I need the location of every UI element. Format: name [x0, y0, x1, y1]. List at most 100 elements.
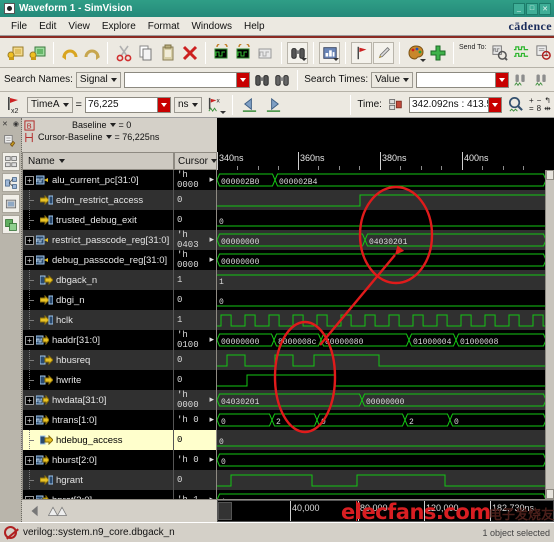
- waveform-row[interactable]: 1: [217, 493, 546, 499]
- signal-row[interactable]: + hwdata[31:0]: [23, 390, 173, 410]
- expand-toggle-icon[interactable]: +: [25, 415, 34, 425]
- signal-row[interactable]: + hburst[2:0]: [23, 450, 173, 470]
- signal-value-cell[interactable]: 'h 0 ▸: [174, 410, 216, 430]
- signal-names-column[interactable]: + alu_current_pc[31:0] edm_restrict_access…: [22, 170, 174, 499]
- expand-toggle-icon[interactable]: +: [25, 455, 34, 465]
- add-waveform-icon[interactable]: [1, 215, 20, 234]
- signal-row[interactable]: trusted_debug_exit: [23, 210, 173, 230]
- menu-item-view[interactable]: View: [62, 19, 96, 34]
- set-marker-icon[interactable]: [351, 41, 372, 64]
- signal-value-cell[interactable]: 0: [174, 430, 216, 450]
- window-controls[interactable]: _ □ ✕: [513, 2, 552, 15]
- find-previous-icon[interactable]: [253, 69, 271, 91]
- new-window-icon[interactable]: [5, 42, 26, 64]
- cursor-time-input[interactable]: 76,225: [84, 96, 171, 113]
- create-group-icon[interactable]: [211, 42, 232, 64]
- send-to-schematic-icon[interactable]: [489, 42, 510, 64]
- expand-toggle-icon[interactable]: +: [25, 395, 34, 405]
- name-column-header[interactable]: Name: [22, 152, 174, 170]
- signal-row[interactable]: hclk: [23, 310, 173, 330]
- search-times-prev-icon[interactable]: [512, 69, 530, 91]
- signal-value-cell[interactable]: 'h 0000 ▸: [174, 390, 216, 410]
- waveform-canvas[interactable]: 000002B0 000002B4 0 00000000 04030201 0000000…: [217, 170, 554, 499]
- waveform-row[interactable]: 00000000: [217, 253, 546, 267]
- signal-row[interactable]: hwrite: [23, 370, 173, 390]
- scroll-down-button[interactable]: [546, 489, 554, 499]
- signal-value-cell[interactable]: 0: [174, 470, 216, 490]
- send-to-browser-icon[interactable]: [533, 42, 554, 64]
- signal-value-cell[interactable]: 'h 0000 ▸: [174, 170, 216, 190]
- close-button[interactable]: ✕: [539, 2, 551, 15]
- signal-row[interactable]: hgrant: [23, 470, 173, 490]
- copy-icon[interactable]: [135, 42, 156, 64]
- paste-icon[interactable]: [157, 42, 178, 64]
- schematic-tracer-icon[interactable]: [1, 173, 20, 192]
- chevron-down-icon[interactable]: [109, 123, 116, 127]
- signal-row[interactable]: dbgack_n: [23, 270, 173, 290]
- delete-icon[interactable]: [179, 42, 200, 64]
- waveform-row[interactable]: 000002B0 000002B4: [217, 173, 546, 187]
- zoom-cursor-button[interactable]: ⇹: [544, 104, 551, 113]
- signal-row[interactable]: hbusreq: [23, 350, 173, 370]
- signal-value-cell[interactable]: 0: [174, 370, 216, 390]
- search-binoculars-icon[interactable]: [287, 41, 308, 64]
- signal-row[interactable]: dbgi_n: [23, 290, 173, 310]
- undo-icon[interactable]: [59, 42, 80, 64]
- create-bus-icon[interactable]: [233, 42, 254, 64]
- chevron-down-icon[interactable]: [219, 110, 226, 114]
- create-expression-icon[interactable]: [255, 42, 276, 64]
- color-palette-icon[interactable]: [405, 42, 426, 64]
- cursor-x2-icon[interactable]: x2: [3, 94, 24, 116]
- signal-row[interactable]: + alu_current_pc[31:0]: [23, 170, 173, 190]
- cursor-time-dropdown-button[interactable]: [156, 97, 170, 112]
- memory-viewer-icon[interactable]: [1, 152, 20, 171]
- zoom-full-button[interactable]: 8: [537, 104, 541, 113]
- search-names-input[interactable]: [123, 71, 251, 88]
- waveform-row[interactable]: [217, 374, 546, 387]
- edit-marker-icon[interactable]: [373, 41, 394, 64]
- chevron-down-icon[interactable]: [333, 57, 339, 61]
- signal-value-cell[interactable]: 0: [174, 210, 216, 230]
- waveform-row[interactable]: 0 2 0 2 0: [217, 413, 546, 427]
- signal-value-cell[interactable]: 'h 0 ▸: [174, 450, 216, 470]
- menu-item-file[interactable]: File: [5, 19, 33, 34]
- scroll-left-icon[interactable]: [24, 500, 45, 522]
- search-names-scope-select[interactable]: Signal: [75, 71, 121, 88]
- chevron-down-icon[interactable]: [105, 135, 112, 139]
- expand-toggle-icon[interactable]: +: [25, 335, 34, 345]
- cut-icon[interactable]: [113, 42, 134, 64]
- chevron-down-icon[interactable]: [301, 57, 307, 61]
- time-unit-select[interactable]: ns: [173, 96, 202, 113]
- menu-item-explore[interactable]: Explore: [96, 19, 142, 34]
- marker-options-icon[interactable]: x: [205, 94, 226, 116]
- search-times-scope-select[interactable]: Value: [371, 71, 413, 88]
- search-times-input[interactable]: [415, 71, 509, 88]
- cursor-name-select[interactable]: TimeA: [27, 96, 73, 113]
- menu-item-format[interactable]: Format: [142, 19, 186, 34]
- zoom-buttons-cluster[interactable]: + − ↰ = 8 ⇹: [529, 96, 551, 113]
- add-signal-icon[interactable]: [427, 42, 448, 64]
- prev-edge-icon[interactable]: [239, 94, 260, 116]
- menu-item-edit[interactable]: Edit: [33, 19, 62, 34]
- sidebar-expand-icon[interactable]: ◉: [13, 120, 19, 128]
- chevron-down-icon[interactable]: [420, 58, 426, 62]
- signal-row[interactable]: hdebug_access: [23, 430, 173, 450]
- signal-row[interactable]: + debug_passcode_reg[31:0]: [23, 250, 173, 270]
- waveform-row[interactable]: 0: [217, 218, 546, 227]
- chevron-down-icon[interactable]: [58, 159, 65, 163]
- signal-value-cell[interactable]: 'h 0403 ▸: [174, 230, 216, 250]
- sidebar-close-icon[interactable]: ✕: [2, 120, 8, 128]
- signal-value-cell[interactable]: 0: [174, 350, 216, 370]
- signal-row[interactable]: + restrict_passcode_reg[31:0]: [23, 230, 173, 250]
- signal-values-column[interactable]: 'h 0000 ▸ 0 0 'h 0403 ▸ 'h 0000 ▸ 1 0 1 'h 0100 ▸ 0 0 '…: [174, 170, 217, 499]
- signal-value-cell[interactable]: 1: [174, 310, 216, 330]
- time-range-dropdown-button[interactable]: [487, 97, 501, 112]
- next-edge-icon[interactable]: [263, 94, 284, 116]
- signal-value-cell[interactable]: 'h 0000 ▸: [174, 250, 216, 270]
- register-viewer-icon[interactable]: [1, 194, 20, 213]
- zoom-icon[interactable]: [505, 94, 526, 116]
- signal-value-cell[interactable]: 0: [174, 190, 216, 210]
- cursor-column-header[interactable]: Cursor: [174, 152, 218, 170]
- menu-item-windows[interactable]: Windows: [185, 19, 238, 34]
- overview-cursor-line[interactable]: [356, 501, 357, 521]
